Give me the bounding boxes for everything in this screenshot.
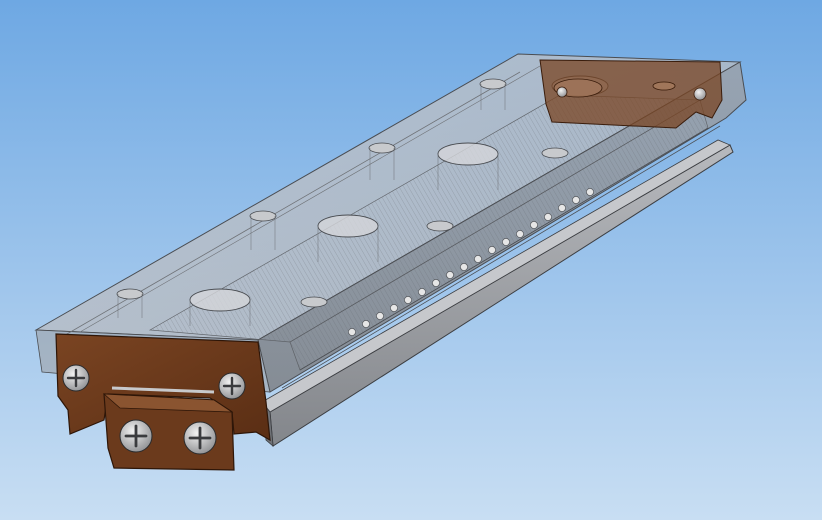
model-viewport[interactable]	[0, 0, 822, 520]
phillips-screw-icon	[62, 364, 90, 392]
phillips-screw-icon	[119, 419, 153, 453]
linear-guide-model[interactable]	[0, 0, 822, 520]
phillips-screw-icon	[218, 372, 246, 400]
phillips-screw-icon	[183, 421, 217, 455]
